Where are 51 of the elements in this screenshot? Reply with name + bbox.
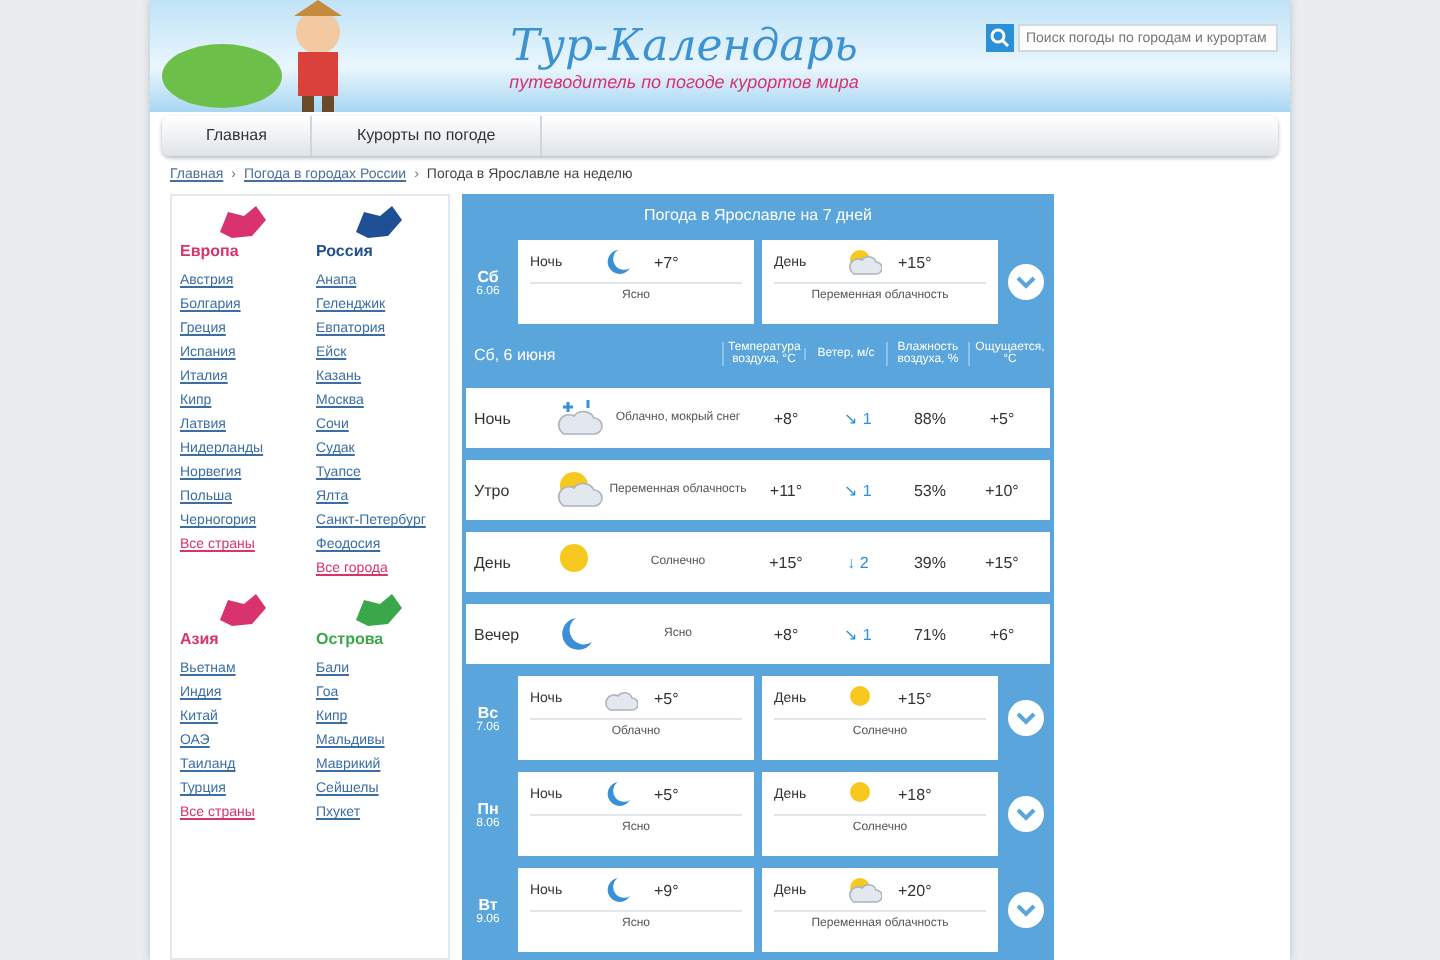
region-heading[interactable]: Острова <box>316 630 384 648</box>
weather-title: Погода в Ярославле на 7 дней <box>642 204 874 228</box>
time-of-day: Утро <box>466 481 554 499</box>
feels-like-value: +10° <box>983 481 1021 499</box>
temperature-value: +15° <box>898 253 932 271</box>
expand-icon[interactable] <box>1006 794 1046 834</box>
temperature-value: +18° <box>898 785 932 803</box>
temperature-value: +20° <box>898 881 932 899</box>
weekday-label: Сб <box>477 267 499 285</box>
site-slogan: путеводитель по погоде курортов мира <box>509 71 859 91</box>
nav-item[interactable]: Главная <box>162 116 313 156</box>
wind-value: ↘ 1 <box>842 625 874 643</box>
temperature-value: +9° <box>654 881 679 899</box>
feels-like-value: +15° <box>983 553 1021 571</box>
humidity-value: 88% <box>911 409 948 427</box>
region-heading[interactable]: Европа <box>180 242 239 260</box>
weekday-label: Пн <box>477 799 499 817</box>
temperature-value: +8° <box>771 409 801 427</box>
temperature-value: +7° <box>654 253 679 271</box>
snow-cloud-icon <box>554 396 606 440</box>
expand-icon[interactable] <box>1006 890 1046 930</box>
temperature-value: +8° <box>771 625 801 643</box>
column-header: Сб, 6 июня <box>472 345 558 363</box>
feels-like-value: +5° <box>987 409 1017 427</box>
region-heading[interactable]: Россия <box>316 242 373 260</box>
nav-item[interactable]: Курорты по погоде <box>312 116 542 156</box>
sun-cloud-icon <box>846 248 882 276</box>
sun-cloud-icon <box>554 468 606 512</box>
temperature-value: +5° <box>654 689 679 707</box>
weekday-label: Вт <box>478 895 498 913</box>
humidity-value: 53% <box>911 481 948 499</box>
temperature-value: +15° <box>767 553 805 571</box>
expand-icon[interactable] <box>1006 698 1046 738</box>
search-icon[interactable] <box>986 24 1014 52</box>
wind-value: ↘ 1 <box>842 409 874 427</box>
time-of-day: День <box>466 553 554 571</box>
weekday-label: Вс <box>477 703 499 721</box>
time-of-day: Вечер <box>466 625 554 643</box>
feels-like-value: +6° <box>987 625 1017 643</box>
wind-value: ↓ 2 <box>845 553 871 571</box>
region-heading[interactable]: Азия <box>180 630 219 648</box>
humidity-value: 71% <box>911 625 948 643</box>
humidity-value: 39% <box>911 553 948 571</box>
sun-cloud-icon <box>846 876 882 904</box>
temperature-value: +5° <box>654 785 679 803</box>
site-logo[interactable]: Тур-Календарь <box>510 21 858 71</box>
expand-icon[interactable] <box>1006 262 1046 302</box>
temperature-value: +15° <box>898 689 932 707</box>
time-of-day: Ночь <box>466 409 554 427</box>
wind-value: ↘ 1 <box>842 481 874 499</box>
temperature-value: +11° <box>767 481 805 499</box>
